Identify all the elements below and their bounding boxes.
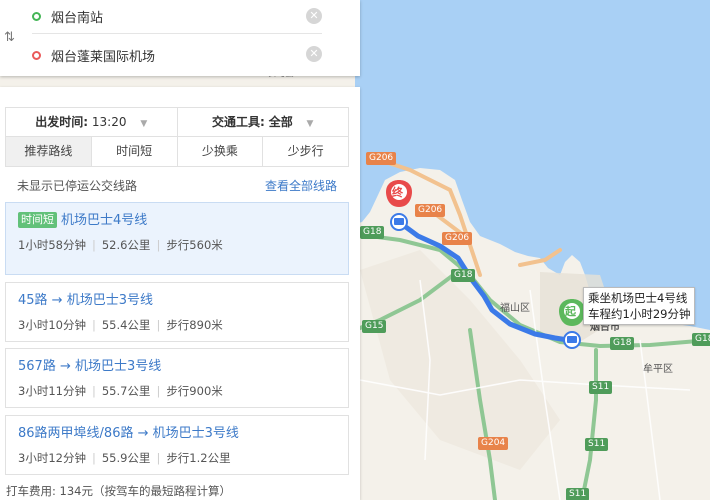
depart-time-value: 13:20 <box>91 115 127 129</box>
route-duration: 3小时10分钟 <box>18 318 86 332</box>
route-distance: 55.9公里 <box>101 451 151 465</box>
road-label-s11: S11 <box>585 438 609 451</box>
route-name: 45路 → 机场巴士3号线 <box>18 293 153 308</box>
route-option-3[interactable]: 567路 → 机场巴士3号线 3小时11分钟 | 55.7公里 | 步行900米 <box>5 348 349 408</box>
notice-row: 未显示已停运公交线路 查看全部线路 <box>5 175 349 195</box>
end-marker-text: 终 <box>392 186 403 199</box>
route-meta: 3小时12分钟 | 55.9公里 | 步行1.2公里 <box>18 451 231 465</box>
destination-dot-icon <box>32 50 41 60</box>
road-label-s11: S11 <box>566 488 590 500</box>
tooltip-line-2: 车程约1小时29分钟 <box>588 307 691 321</box>
destination-clear-icon[interactable]: ✕ <box>306 46 322 62</box>
route-option-2[interactable]: 45路 → 机场巴士3号线 3小时10分钟 | 55.4公里 | 步行890米 <box>5 282 349 342</box>
route-walk: 步行900米 <box>166 384 223 398</box>
depart-time-label: 出发时间: <box>35 115 89 129</box>
fastest-badge: 时间短 <box>18 212 57 228</box>
road-label-g18: G18 <box>610 337 635 350</box>
origin-input[interactable]: 烟台南站 <box>51 7 103 26</box>
origin-dot-icon <box>32 12 41 21</box>
road-label-g18: G18 <box>360 226 385 239</box>
route-distance: 55.4公里 <box>101 318 151 332</box>
tooltip-line-1: 乘坐机场巴士4号线 <box>588 291 688 305</box>
route-name: 567路 → 机场巴士3号线 <box>18 359 162 374</box>
taxi-fare-text: 打车费用: 134元（按驾车的最短路程计算） <box>6 484 231 498</box>
road-label-g15: G15 <box>362 320 387 333</box>
route-search-card: ⇅ 烟台南站 ✕ 烟台蓬莱国际机场 ✕ <box>0 0 360 76</box>
road-label-g206: G206 <box>442 232 473 245</box>
route-duration: 3小时12分钟 <box>18 451 86 465</box>
route-info-tooltip: 乘坐机场巴士4号线 车程约1小时29分钟 <box>583 287 696 325</box>
route-duration: 3小时11分钟 <box>18 384 86 398</box>
road-label-g206: G206 <box>366 152 397 165</box>
chevron-down-icon: ▼ <box>140 119 148 129</box>
route-meta: 1小时58分钟 | 52.6公里 | 步行560米 <box>18 238 223 252</box>
start-marker-text: 起 <box>565 305 576 318</box>
road-label-g18: G18 <box>692 333 710 346</box>
route-walk: 步行890米 <box>166 318 223 332</box>
route-walk: 步行1.2公里 <box>166 451 231 465</box>
transport-mode-dropdown[interactable]: 交通工具: 全部 ▼ <box>176 108 349 136</box>
route-title: 时间短 机场巴士4号线 <box>18 212 336 230</box>
transport-mode-label: 交通工具: <box>212 115 265 129</box>
filter-row: 出发时间: 13:20 ▼ 交通工具: 全部 ▼ <box>5 107 349 137</box>
view-all-lines-link[interactable]: 查看全部线路 <box>265 177 337 194</box>
transit-result-panel: 出发时间: 13:20 ▼ 交通工具: 全部 ▼ 推荐路线 时间短 少换乘 少步… <box>0 87 360 500</box>
swap-direction-icon[interactable]: ⇅ <box>4 30 15 45</box>
tab-less-walking[interactable]: 少步行 <box>262 137 348 166</box>
district-label-muping: 牟平区 <box>643 364 673 375</box>
route-distance: 55.7公里 <box>101 384 151 398</box>
route-preference-tabs: 推荐路线 时间短 少换乘 少步行 <box>5 136 349 167</box>
destination-input[interactable]: 烟台蓬莱国际机场 <box>51 46 155 65</box>
road-label-g18: G18 <box>451 269 476 282</box>
chevron-down-icon: ▼ <box>306 119 314 129</box>
tab-recommended[interactable]: 推荐路线 <box>6 137 91 166</box>
route-meta: 3小时10分钟 | 55.4公里 | 步行890米 <box>18 318 223 332</box>
route-option-1[interactable]: 时间短 机场巴士4号线 1小时58分钟 | 52.6公里 | 步行560米 <box>5 202 349 275</box>
suspended-lines-notice: 未显示已停运公交线路 <box>17 178 138 193</box>
transport-mode-value: 全部 <box>268 115 293 129</box>
route-duration: 1小时58分钟 <box>18 238 86 252</box>
origin-row[interactable]: 烟台南站 ✕ <box>32 0 322 34</box>
route-name: 机场巴士4号线 <box>61 213 148 228</box>
tab-shortest-time[interactable]: 时间短 <box>90 137 177 166</box>
route-option-4[interactable]: 86路两甲埠线/86路 → 机场巴士3号线 3小时12分钟 | 55.9公里 | 步行1… <box>5 415 349 475</box>
route-distance: 52.6公里 <box>101 238 151 252</box>
terrain-shading <box>360 250 560 470</box>
depart-time-dropdown[interactable]: 出发时间: 13:20 ▼ <box>6 108 177 136</box>
district-label-fushan: 福山区 <box>500 303 530 314</box>
tab-fewer-transfers[interactable]: 少换乘 <box>176 137 263 166</box>
destination-row[interactable]: 烟台蓬莱国际机场 ✕ <box>32 38 322 72</box>
route-meta: 3小时11分钟 | 55.7公里 | 步行900米 <box>18 384 223 398</box>
route-walk: 步行560米 <box>166 238 223 252</box>
road-label-s11: S11 <box>589 381 613 394</box>
road-label-g204: G204 <box>478 437 509 450</box>
road-label-g206: G206 <box>415 204 446 217</box>
route-name: 86路两甲埠线/86路 → 机场巴士3号线 <box>18 426 239 441</box>
origin-clear-icon[interactable]: ✕ <box>306 8 322 24</box>
